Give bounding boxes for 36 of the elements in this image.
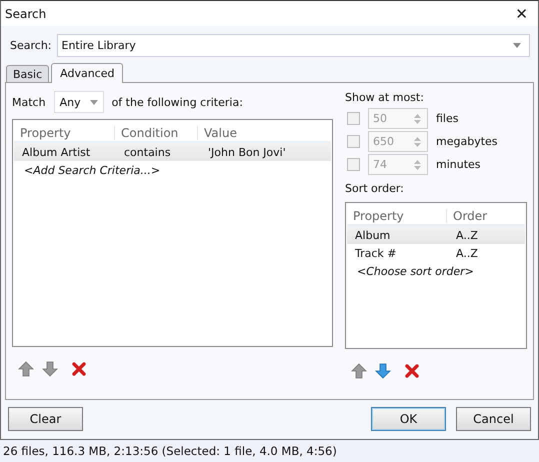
clear-button[interactable]: Clear	[8, 407, 83, 431]
delete-icon[interactable]	[405, 364, 419, 378]
dropdown-caret-icon	[513, 43, 521, 48]
criteria-label: of the following criteria:	[112, 96, 243, 108]
match-dropdown[interactable]: Any	[54, 91, 104, 113]
unit-label: files	[436, 112, 458, 125]
scope-dropdown[interactable]: Entire Library	[56, 34, 530, 57]
tab[interactable]: Advanced	[51, 63, 124, 83]
ok-button[interactable]: OK	[371, 407, 446, 431]
column-header[interactable]: Order	[447, 208, 525, 222]
show-at-most-label: Show at most:	[345, 91, 425, 106]
choose-sort-link[interactable]: <Choose sort order>	[347, 262, 484, 281]
status-bar: 26 files, 116.3 MB, 2:13:56 (Selected: 1 file, 4.0 MB, 4:56)	[0, 440, 539, 462]
sort-order-label: Sort order:	[345, 182, 405, 197]
sort-row[interactable]: Album A..Z	[347, 226, 525, 244]
column-header[interactable]: Property	[347, 208, 447, 222]
dropdown-caret-icon	[90, 100, 98, 104]
checkbox[interactable]	[347, 112, 360, 125]
window-title: Search	[5, 6, 46, 20]
column-header[interactable]: Value	[198, 126, 331, 140]
match-label: Match	[12, 96, 46, 108]
add-criteria-link[interactable]: <Add Search Criteria...>	[14, 161, 170, 180]
down-arrow-icon[interactable]	[375, 363, 391, 379]
cancel-button[interactable]: Cancel	[456, 407, 531, 431]
unit-label: megabytes	[436, 135, 498, 148]
criteria-row[interactable]: Album Artist contains 'John Bon Jovi'	[14, 143, 331, 161]
close-button[interactable]: ✕	[511, 4, 532, 22]
column-header[interactable]: Property	[14, 126, 115, 140]
search-label: Search:	[10, 39, 52, 52]
unit-label: minutes	[436, 158, 481, 171]
sort-row[interactable]: Track # A..Z	[347, 244, 525, 262]
delete-icon[interactable]	[72, 362, 86, 376]
checkbox[interactable]	[347, 158, 360, 171]
checkbox[interactable]	[347, 135, 360, 148]
column-header[interactable]: Condition	[115, 126, 198, 140]
tab[interactable]: Basic	[6, 65, 50, 82]
